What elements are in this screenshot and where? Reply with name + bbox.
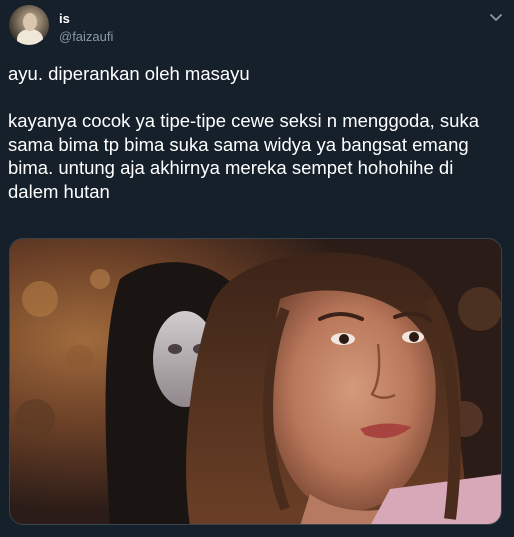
user-handle[interactable]: @faizaufi (59, 29, 113, 45)
tweet-card: is @faizaufi ayu. diperankan oleh masayu… (0, 0, 514, 537)
avatar[interactable] (9, 5, 49, 45)
tweet-text-paragraph: kayanya cocok ya tipe-tipe cewe seksi n … (8, 110, 485, 202)
tweet-text: ayu. diperankan oleh masayu kayanya coco… (8, 62, 504, 203)
display-name[interactable]: is (59, 11, 70, 27)
tweet-media-image[interactable] (9, 238, 502, 525)
tweet-text-paragraph: ayu. diperankan oleh masayu (8, 63, 250, 84)
chevron-down-icon[interactable] (488, 9, 504, 25)
